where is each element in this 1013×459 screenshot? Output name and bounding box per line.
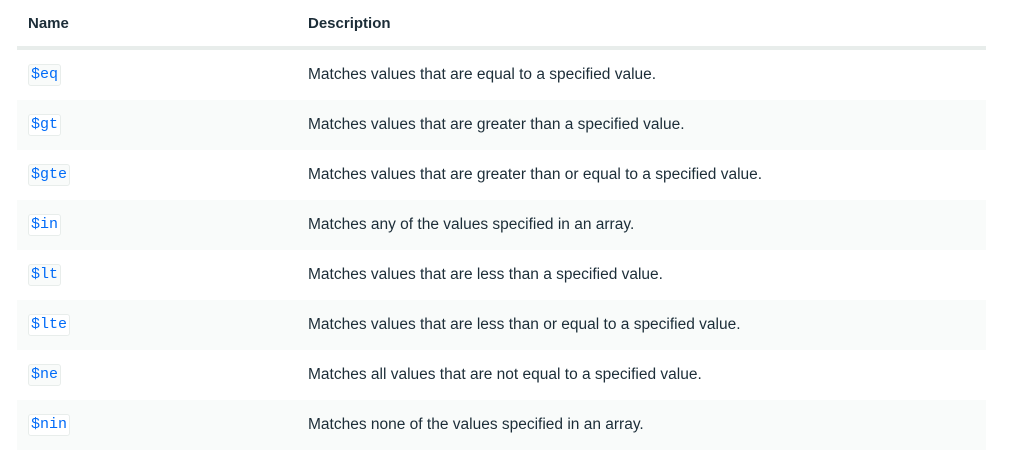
operator-link-lt[interactable]: $lt bbox=[28, 264, 62, 286]
operator-link-lte[interactable]: $lte bbox=[28, 314, 71, 336]
table-row: $gt Matches values that are greater than… bbox=[17, 100, 986, 150]
operator-link-eq[interactable]: $eq bbox=[28, 64, 62, 86]
row-description: Matches values that are greater than or … bbox=[308, 166, 763, 183]
table-row: $nin Matches none of the values specifie… bbox=[17, 400, 986, 450]
row-description: Matches values that are less than or equ… bbox=[308, 316, 741, 333]
operator-link-ne[interactable]: $ne bbox=[28, 364, 62, 386]
table-row: $lte Matches values that are less than o… bbox=[17, 300, 986, 350]
operator-link-nin[interactable]: $nin bbox=[28, 414, 71, 436]
operator-link-gte[interactable]: $gte bbox=[28, 164, 71, 186]
row-description: Matches all values that are not equal to… bbox=[308, 366, 702, 383]
table-row: $gte Matches values that are greater tha… bbox=[17, 150, 986, 200]
row-description: Matches values that are less than a spec… bbox=[308, 266, 663, 283]
operator-link-in[interactable]: $in bbox=[28, 214, 62, 236]
table-row: $eq Matches values that are equal to a s… bbox=[17, 50, 986, 100]
row-description: Matches none of the values specified in … bbox=[308, 416, 644, 433]
row-description: Matches any of the values specified in a… bbox=[308, 216, 635, 233]
row-description: Matches values that are greater than a s… bbox=[308, 116, 685, 133]
table-header: Name Description bbox=[17, 0, 986, 50]
table-row: $ne Matches all values that are not equa… bbox=[17, 350, 986, 400]
table-row: $in Matches any of the values specified … bbox=[17, 200, 986, 250]
operator-link-gt[interactable]: $gt bbox=[28, 114, 62, 136]
row-description: Matches values that are equal to a speci… bbox=[308, 66, 657, 83]
comparison-operators-table: Name Description $eq Matches values that… bbox=[17, 0, 986, 450]
header-description: Description bbox=[308, 14, 391, 32]
header-name: Name bbox=[28, 14, 69, 32]
table-row: $lt Matches values that are less than a … bbox=[17, 250, 986, 300]
